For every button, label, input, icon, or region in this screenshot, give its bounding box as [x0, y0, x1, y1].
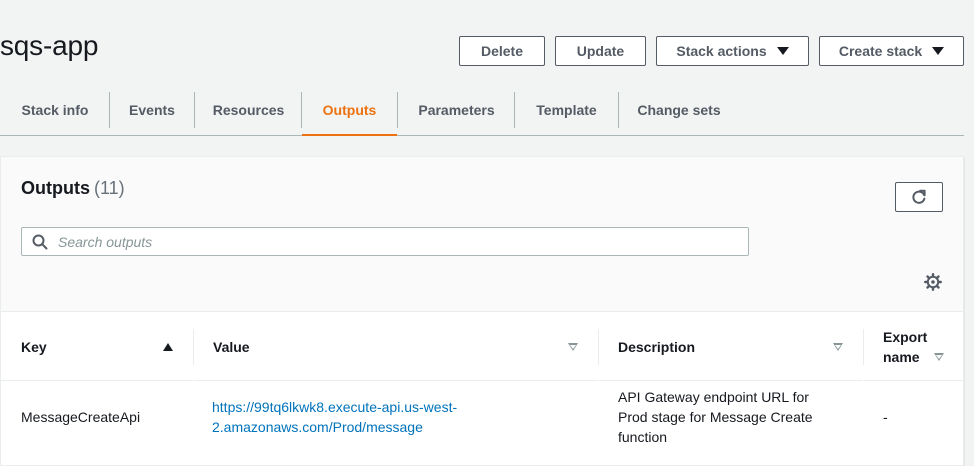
- outputs-count: (11): [94, 178, 125, 198]
- description-line: function: [618, 429, 668, 445]
- tab-label: Template: [536, 101, 597, 118]
- tab-label: Parameters: [418, 101, 495, 118]
- outputs-panel: Outputs (11) Search outputs Key Value De…: [0, 156, 964, 466]
- tab-resources[interactable]: Resources: [195, 84, 302, 135]
- column-header-label: Description: [618, 338, 696, 355]
- column-header-label: Key: [21, 338, 47, 355]
- stack-actions-button[interactable]: Stack actions: [656, 36, 809, 66]
- outputs-title: Outputs: [21, 178, 90, 198]
- output-key: MessageCreateApi: [21, 409, 141, 425]
- tab-parameters[interactable]: Parameters: [398, 84, 515, 135]
- gear-icon[interactable]: [923, 272, 943, 292]
- stack-title: sqs-app: [0, 30, 99, 61]
- tab-events[interactable]: Events: [110, 84, 194, 135]
- sort-unsorted-icon: [568, 343, 578, 351]
- refresh-icon: [912, 189, 926, 204]
- search-field[interactable]: [21, 227, 749, 256]
- tab-label: Change sets: [637, 101, 721, 118]
- export-label-line: name: [883, 348, 920, 365]
- search-input[interactable]: [56, 228, 736, 255]
- stack-tabs: Stack info Events Resources Outputs Para…: [0, 84, 964, 136]
- create-stack-button[interactable]: Create stack: [819, 36, 964, 66]
- refresh-button[interactable]: [895, 182, 943, 212]
- output-value-line[interactable]: https://99tq6lkwk8.execute-api.us-west-: [212, 397, 457, 417]
- output-value-line[interactable]: 2.amazonaws.com/Prod/message: [212, 417, 457, 437]
- column-header-key[interactable]: Key: [1, 313, 193, 381]
- tab-label: Resources: [212, 101, 285, 118]
- column-header-value[interactable]: Value: [194, 313, 598, 381]
- column-header-description[interactable]: Description: [599, 313, 863, 381]
- outputs-heading: Outputs (11): [21, 178, 125, 199]
- tab-label: Events: [129, 101, 175, 118]
- output-value-link[interactable]: https://99tq6lkwk8.execute-api.us-west- …: [212, 397, 457, 437]
- update-button[interactable]: Update: [555, 36, 646, 66]
- sort-unsorted-icon: [833, 343, 843, 351]
- tab-template[interactable]: Template: [515, 84, 618, 135]
- tab-change-sets[interactable]: Change sets: [619, 84, 739, 135]
- column-header-export-name[interactable]: Export name: [864, 313, 963, 381]
- description-line: API Gateway endpoint URL for: [618, 389, 809, 405]
- update-button-label: Update: [576, 43, 625, 59]
- tab-label: Outputs: [322, 101, 377, 118]
- delete-button[interactable]: Delete: [459, 36, 545, 66]
- tab-outputs[interactable]: Outputs: [302, 84, 397, 136]
- export-label-line: Export: [883, 328, 928, 345]
- caret-down-icon: [932, 47, 945, 55]
- sort-unsorted-icon: [934, 353, 944, 361]
- sort-ascending-icon: [163, 343, 173, 351]
- tab-stack-info[interactable]: Stack info: [0, 84, 110, 135]
- tab-label: Stack info: [21, 101, 89, 118]
- outputs-panel-header: Outputs (11): [1, 157, 963, 312]
- column-header-label: Export name: [883, 327, 927, 367]
- caret-down-icon: [776, 47, 789, 55]
- stack-actions-label: Stack actions: [676, 43, 767, 59]
- delete-button-label: Delete: [480, 43, 524, 59]
- create-stack-label: Create stack: [838, 43, 923, 59]
- output-export-name: -: [883, 409, 888, 425]
- output-description: API Gateway endpoint URL for Prod stage …: [618, 387, 813, 447]
- search-icon: [32, 234, 48, 250]
- column-header-label: Value: [213, 338, 250, 355]
- description-line: Prod stage for Message Create: [618, 409, 813, 425]
